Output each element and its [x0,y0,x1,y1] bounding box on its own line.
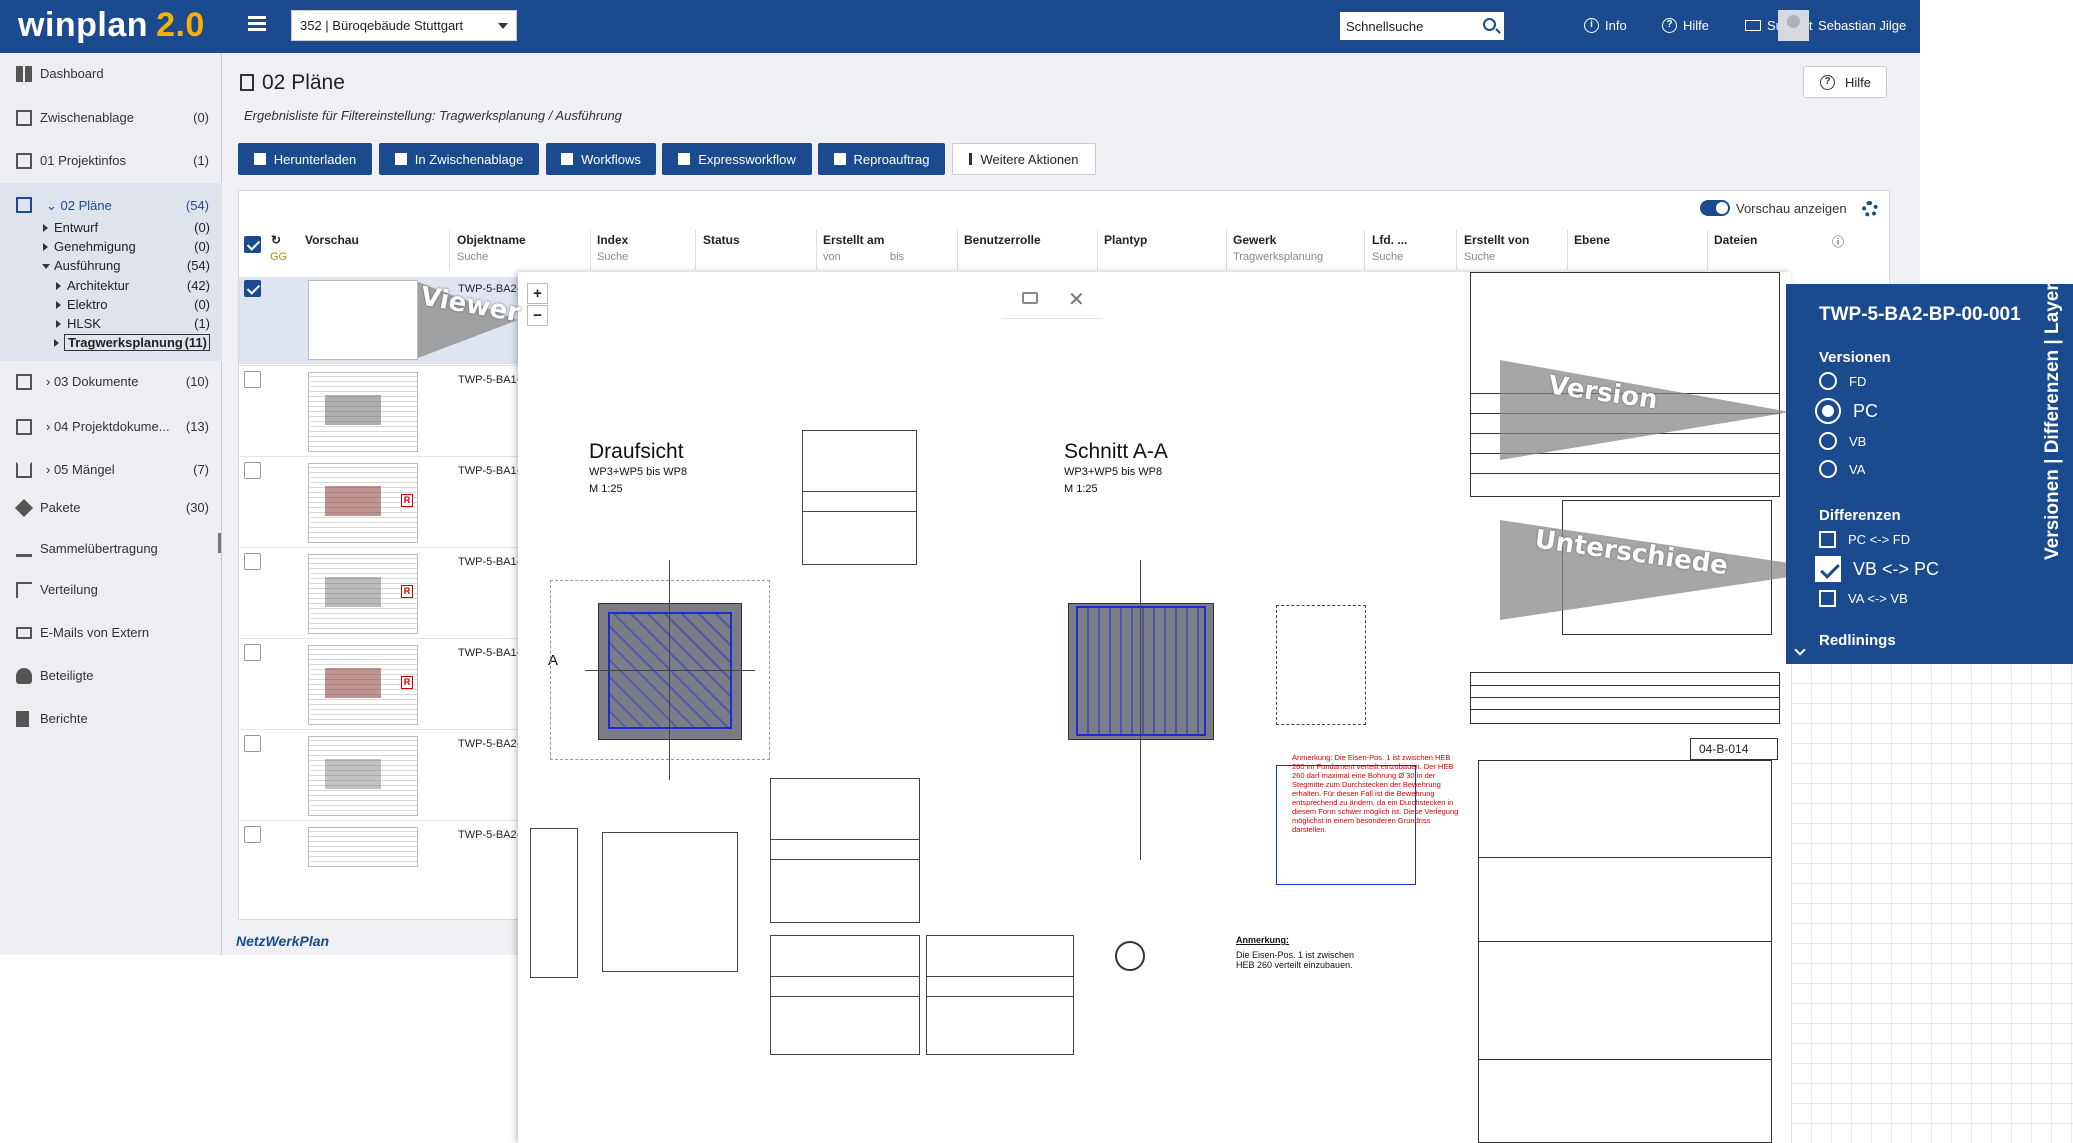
diff-pc-fd[interactable]: PC <-> FD [1819,531,1910,548]
versions-heading: Versionen [1819,349,1891,366]
version-fd[interactable]: FD [1819,372,1866,390]
version-va[interactable]: VA [1819,460,1865,478]
version-pc[interactable]: PC [1815,398,1878,424]
panel-background-grid [1791,664,2073,1143]
checkbox-checked-icon[interactable] [1815,556,1841,582]
version-vb[interactable]: VB [1819,432,1866,450]
radio-icon[interactable] [1819,460,1837,478]
radio-icon[interactable] [1819,432,1837,450]
diff-vb-pc[interactable]: VB <-> PC [1815,556,1939,582]
diffs-heading: Differenzen [1819,507,1901,524]
radio-icon[interactable] [1819,372,1837,390]
layer-panel: TWP-5-BA2-BP-00-001 Versionen FD PC VB V… [1786,284,2073,664]
diff-va-vb[interactable]: VA <-> VB [1819,590,1908,607]
panel-vertical-tab[interactable]: Versionen | Differenzen | Layer [2042,180,2064,560]
checkbox-icon[interactable] [1819,590,1836,607]
callout-arrows [418,282,1836,620]
panel-doc-id: TWP-5-BA2-BP-00-001 [1819,304,2021,325]
checkbox-icon[interactable] [1819,531,1836,548]
redlinings-heading[interactable]: Redlinings [1819,632,1896,649]
radio-selected-icon[interactable] [1815,398,1841,424]
